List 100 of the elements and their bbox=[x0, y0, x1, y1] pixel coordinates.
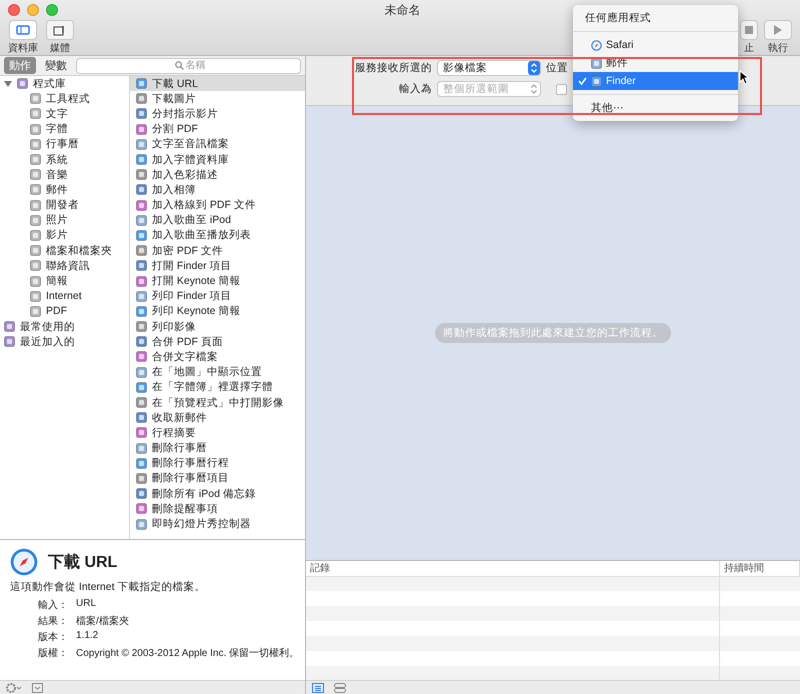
action-row[interactable]: 加密 PDF 文件 bbox=[130, 243, 305, 258]
menu-item[interactable]: Safari bbox=[573, 36, 738, 54]
workflow-hint: 將動作或檔案拖到此處來建立您的工作流程。 bbox=[435, 323, 671, 343]
library-item[interactable]: 行事曆 bbox=[46, 137, 79, 152]
disclosure-triangle-icon[interactable] bbox=[4, 80, 12, 88]
category-icon bbox=[30, 306, 41, 317]
action-row[interactable]: 打開 Finder 項目 bbox=[130, 258, 305, 274]
library-item[interactable]: 簡報 bbox=[46, 274, 68, 288]
library-item[interactable]: 文字 bbox=[46, 106, 68, 121]
library-item[interactable]: 影片 bbox=[46, 228, 68, 242]
field-label: 版本： bbox=[38, 630, 68, 644]
action-row[interactable]: 在「字體簿」裡選擇字體 bbox=[130, 380, 305, 395]
library-item[interactable]: Internet bbox=[46, 290, 82, 302]
action-row[interactable]: 加入歌曲至播放列表 bbox=[130, 228, 305, 244]
action-icon bbox=[136, 138, 147, 150]
field-value: URL bbox=[76, 598, 98, 611]
category-icon bbox=[30, 169, 41, 180]
action-row[interactable]: 列印影像 bbox=[130, 319, 305, 334]
close-button[interactable] bbox=[8, 4, 20, 16]
action-row[interactable]: 下載 URL bbox=[130, 76, 305, 92]
action-row[interactable]: 列印 Finder 項目 bbox=[130, 288, 305, 304]
action-row[interactable]: 即時幻燈片秀控制器 bbox=[130, 516, 305, 532]
action-row[interactable]: 分割 PDF bbox=[130, 122, 305, 137]
checkbox[interactable] bbox=[556, 84, 567, 94]
library-item[interactable]: 照片 bbox=[46, 213, 68, 228]
action-row[interactable]: 列印 Keynote 簡報 bbox=[130, 304, 305, 319]
category-icon bbox=[30, 124, 41, 135]
zoom-button[interactable] bbox=[46, 4, 58, 16]
action-row[interactable]: 在「地圖」中顯示位置 bbox=[130, 364, 305, 380]
library-item[interactable]: 郵件 bbox=[46, 182, 68, 197]
pane-tab[interactable]: 變數 bbox=[40, 57, 72, 74]
collapse-icon[interactable] bbox=[32, 682, 43, 692]
action-row[interactable]: 加入色彩描述 bbox=[130, 167, 305, 182]
action-icon bbox=[136, 412, 147, 424]
search-icon bbox=[174, 61, 184, 70]
media-icon bbox=[53, 24, 67, 36]
action-row[interactable]: 在「預覽程式」中打開影像 bbox=[130, 394, 305, 410]
action-icon bbox=[136, 124, 147, 135]
category-icon bbox=[30, 276, 41, 287]
library-item[interactable]: 字體 bbox=[46, 122, 68, 136]
action-icon bbox=[136, 306, 147, 317]
action-title: 下載 URL bbox=[48, 552, 118, 572]
action-row[interactable]: 合併文字檔案 bbox=[130, 349, 305, 365]
search-field[interactable]: 名稱 bbox=[76, 58, 301, 74]
library-item[interactable]: PDF bbox=[46, 305, 67, 318]
action-icon bbox=[136, 366, 147, 378]
column-header[interactable]: 持續時間 bbox=[720, 561, 800, 577]
action-row[interactable]: 刪除行事曆 bbox=[130, 440, 305, 456]
list-view-icon[interactable] bbox=[312, 682, 324, 692]
action-row[interactable]: 收取新郵件 bbox=[130, 410, 305, 426]
action-icon bbox=[136, 108, 147, 120]
action-icon bbox=[136, 290, 147, 302]
action-row[interactable]: 打開 Keynote 簡報 bbox=[130, 273, 305, 289]
location-label: 位置 bbox=[546, 61, 568, 75]
app-icon bbox=[591, 58, 602, 68]
category-icon bbox=[30, 290, 41, 302]
library-item[interactable]: 音樂 bbox=[46, 168, 68, 182]
action-row[interactable]: 刪除行事曆項目 bbox=[130, 470, 305, 486]
menu-item[interactable]: 其他⋯ bbox=[573, 99, 738, 117]
gear-icon[interactable] bbox=[6, 682, 22, 692]
action-row[interactable]: 加入字體資料庫 bbox=[130, 152, 305, 168]
action-icon bbox=[136, 260, 147, 272]
library-item[interactable]: 最近加入的 bbox=[20, 334, 75, 349]
receives-label: 服務接收所選的 bbox=[354, 61, 432, 75]
minimize-button[interactable] bbox=[27, 4, 39, 16]
library-item[interactable]: 工具程式 bbox=[46, 92, 90, 106]
action-icon bbox=[136, 488, 147, 500]
menu-item[interactable]: Finder bbox=[573, 72, 738, 90]
library-item[interactable]: 檔案和檔案夾 bbox=[46, 244, 112, 258]
library-item[interactable]: 系統 bbox=[46, 152, 68, 167]
library-item[interactable]: 聯絡資訊 bbox=[46, 258, 90, 273]
action-row[interactable]: 刪除提醒事項 bbox=[130, 501, 305, 516]
library-item[interactable]: 程式庫 bbox=[33, 76, 66, 91]
action-icon bbox=[136, 427, 147, 438]
action-row[interactable]: 文字至音訊檔案 bbox=[130, 136, 305, 152]
action-row[interactable]: 加入格線到 PDF 文件 bbox=[130, 198, 305, 213]
action-row[interactable]: 加入相簿 bbox=[130, 182, 305, 198]
action-row[interactable]: 刪除行事曆行程 bbox=[130, 456, 305, 471]
split-view-icon[interactable] bbox=[334, 682, 346, 692]
action-icon bbox=[136, 382, 147, 393]
compass-icon bbox=[10, 548, 38, 576]
action-icon bbox=[136, 93, 147, 104]
category-icon bbox=[30, 230, 41, 241]
action-row[interactable]: 分封指示影片 bbox=[130, 106, 305, 122]
column-header[interactable]: 記錄 bbox=[306, 561, 720, 577]
library-item[interactable]: 最常使用的 bbox=[20, 320, 75, 334]
action-row[interactable]: 加入歌曲至 iPod bbox=[130, 212, 305, 228]
library-item[interactable]: 開發者 bbox=[46, 198, 79, 212]
action-icon bbox=[136, 458, 147, 469]
action-row[interactable]: 合併 PDF 頁面 bbox=[130, 334, 305, 350]
menu-item[interactable]: 任何應用程式 bbox=[573, 9, 738, 27]
input-type-popup[interactable]: 影像檔案 bbox=[437, 60, 541, 76]
category-icon bbox=[30, 138, 41, 150]
action-row[interactable]: 下載圖片 bbox=[130, 91, 305, 106]
action-row[interactable]: 行程摘要 bbox=[130, 425, 305, 440]
category-icon bbox=[30, 154, 41, 166]
action-row[interactable]: 刪除所有 iPod 備忘錄 bbox=[130, 486, 305, 502]
action-icon bbox=[136, 321, 147, 332]
field-label: 結果： bbox=[38, 615, 68, 628]
action-icon bbox=[136, 230, 147, 241]
